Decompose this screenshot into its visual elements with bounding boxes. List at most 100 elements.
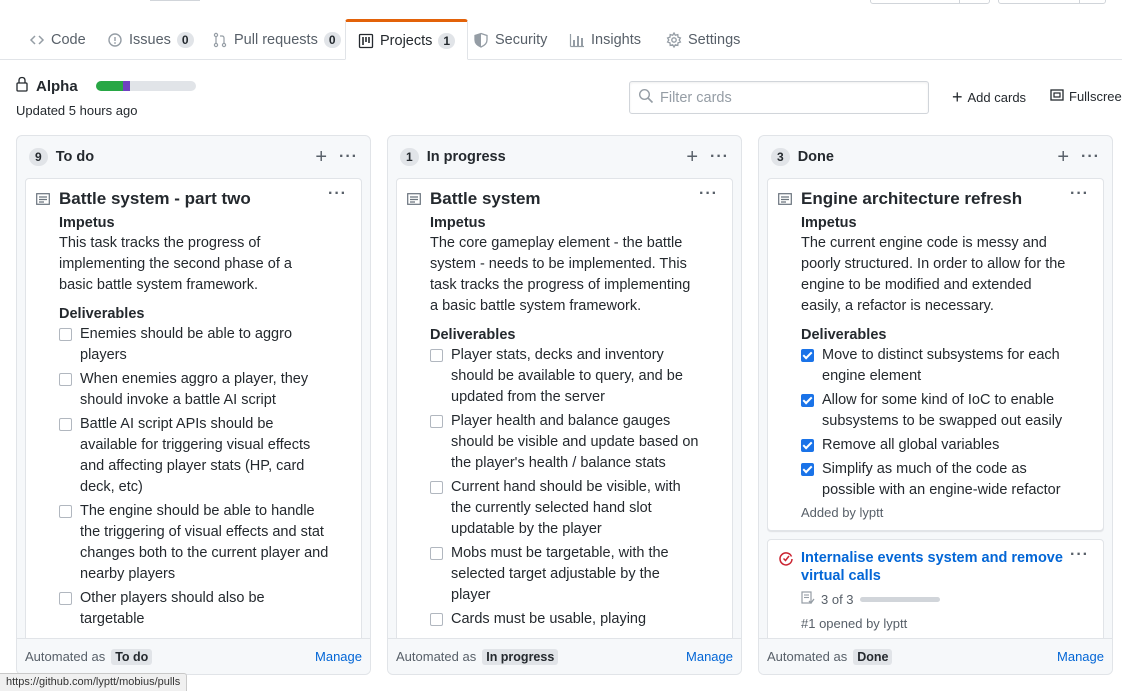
watch-button-group[interactable] [870,0,990,4]
filter-cards-box[interactable] [629,81,929,114]
task-checkbox-checked[interactable] [801,439,814,453]
plus-icon: + [952,87,963,107]
task-label: Other players should also be targetable [80,590,265,628]
task-label: Enemies should be able to aggro players [80,326,293,364]
task-label: Move to distinct subsystems for each eng… [822,347,1060,385]
card-menu-icon[interactable]: ··· [1070,186,1089,202]
repo-nav-tabs: Code Issues 0 Pull requests 0 Projects 1… [0,19,1122,60]
task-checkbox[interactable] [430,547,443,561]
task-checkbox[interactable] [430,349,443,363]
column-card-count: 9 [29,148,48,166]
task-label: When enemies aggro a player, they should… [80,371,309,409]
checklist-icon [801,591,815,608]
list-item: Allow for some kind of IoC to enable sub… [801,390,1071,432]
column-to-do: 9 To do + ··· ··· Battle system - part t… [16,135,371,675]
tab-projects-label: Projects [380,32,433,49]
git-pull-request-icon [212,32,228,48]
column-menu-icon[interactable]: ··· [339,149,358,165]
column-actions: + ··· [315,147,358,167]
card-content: Battle system Impetus The core gameplay … [430,189,700,630]
task-checkbox-checked[interactable] [801,463,814,477]
note-icon [407,192,421,208]
note-card[interactable]: ··· Engine architecture refresh Impetus … [767,178,1104,532]
card-content: Battle system - part two Impetus This ta… [59,189,329,630]
tab-insights[interactable]: Insights [557,20,653,60]
note-card[interactable]: ··· Battle system - part two Impetus Thi… [25,178,362,638]
add-card-plus-icon[interactable]: + [686,147,698,167]
task-progress-text: 3 of 3 [821,592,854,608]
task-checkbox[interactable] [430,613,443,627]
column-header: 9 To do + ··· [17,136,370,178]
note-card[interactable]: ··· Battle system Impetus The core gamep… [396,178,733,638]
task-checkbox[interactable] [430,481,443,495]
task-checkbox[interactable] [59,328,72,342]
manage-automation-link[interactable]: Manage [1057,649,1104,664]
task-checkbox[interactable] [430,415,443,429]
column-menu-icon[interactable]: ··· [710,149,729,165]
issue-opened-by: #1 opened by lyptt [801,616,908,632]
task-checkbox-checked[interactable] [801,349,814,363]
progress-done-segment [95,81,123,91]
fullscreen-icon [1050,88,1064,105]
tab-pull-requests-count: 0 [323,32,341,48]
card-menu-icon[interactable]: ··· [699,186,718,202]
star-button-group[interactable] [998,0,1106,4]
task-checkbox[interactable] [59,505,72,519]
list-item: Player stats, decks and inventory should… [430,345,700,408]
column-title: To do [55,149,95,165]
column-cards: ··· Battle system Impetus The core gamep… [396,178,733,638]
list-item: Remove all global variables [801,435,1071,456]
tab-pull-requests[interactable]: Pull requests 0 [200,20,353,60]
add-card-plus-icon[interactable]: + [315,147,327,167]
column-cards: ··· Battle system - part two Impetus Thi… [25,178,362,638]
manage-automation-link[interactable]: Manage [315,649,362,664]
card-content: Internalise events system and remove vir… [801,549,1071,631]
task-label: Simplify as much of the code as possible… [822,461,1061,499]
filter-cards-input[interactable] [660,89,910,106]
task-checkbox[interactable] [59,373,72,387]
tab-projects[interactable]: Projects 1 [345,19,469,60]
tab-settings[interactable]: Settings [654,20,752,60]
header-divider [150,0,200,1]
issue-title-link[interactable]: Internalise events system and remove vir… [801,549,1071,585]
task-label: Battle AI script APIs should be availabl… [80,416,311,496]
add-card-plus-icon[interactable]: + [1057,147,1069,167]
card-menu-icon[interactable]: ··· [328,186,347,202]
project-title-row: Alpha [16,76,196,96]
add-cards-button[interactable]: + Add cards [952,88,1026,106]
task-label: Current hand should be visible, with the… [451,479,681,538]
list-item: When enemies aggro a player, they should… [59,369,329,411]
tab-issues-label: Issues [129,32,171,48]
column-cards: ··· Engine architecture refresh Impetus … [767,178,1104,638]
column-footer: Automated as To do Manage [17,638,370,674]
fullscreen-button[interactable]: Fullscreen [1050,88,1122,105]
graph-icon [569,32,585,48]
task-progress-bar [859,597,940,603]
column-menu-icon[interactable]: ··· [1081,149,1100,165]
list-item: Simplify as much of the code as possible… [801,459,1071,501]
card-menu-icon[interactable]: ··· [1070,547,1089,563]
task-checkbox-checked[interactable] [801,394,814,408]
gear-icon [666,32,682,48]
task-checkbox[interactable] [59,418,72,432]
automated-label: Automated as [25,649,106,664]
task-label: Cards must be usable, playing [451,611,647,628]
tab-code[interactable]: Code [17,20,98,60]
top-toolbar-remnant [0,0,1122,6]
add-cards-label: Add cards [967,89,1027,105]
tab-issues[interactable]: Issues 0 [95,20,206,60]
list-item: Battle AI script APIs should be availabl… [59,414,329,498]
issue-card[interactable]: ··· Internalise events system and remove… [767,539,1104,638]
column-card-count: 3 [771,148,790,166]
card-impetus-heading: Impetus [430,215,486,232]
column-footer: Automated as In progress Manage [388,638,741,674]
card-deliverables-heading: Deliverables [430,327,516,344]
deliverables-list: Move to distinct subsystems for each eng… [801,345,1071,501]
manage-automation-link[interactable]: Manage [686,649,733,664]
card-title: Battle system - part two [59,189,251,208]
list-item: Other players should also be targetable [59,588,329,630]
task-checkbox[interactable] [59,592,72,606]
tab-security[interactable]: Security [461,20,559,60]
lock-icon [16,76,28,96]
tab-settings-label: Settings [688,32,741,48]
